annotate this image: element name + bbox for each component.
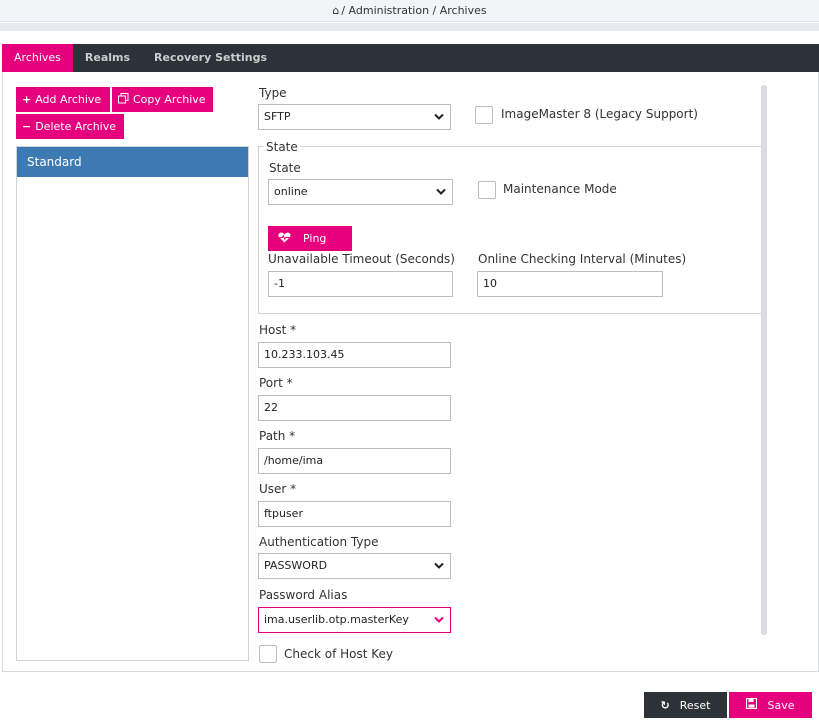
chevron-down-icon (434, 113, 444, 120)
user-input[interactable]: ftpuser (258, 501, 451, 527)
port-input[interactable]: 22 (258, 395, 451, 421)
copy-icon (118, 92, 129, 107)
floppy-disk-icon (746, 697, 758, 712)
state-label: State (269, 161, 301, 175)
copy-archive-button[interactable]: Copy Archive (112, 87, 213, 112)
chevron-down-icon (434, 562, 444, 569)
port-label: Port * (259, 376, 293, 390)
type-label: Type (259, 86, 287, 100)
save-button[interactable]: Save (729, 692, 812, 718)
maintenance-mode-label: Maintenance Mode (503, 182, 617, 196)
host-key-label: Check of Host Key (284, 647, 394, 661)
interval-label: Online Checking Interval (Minutes) (478, 252, 687, 266)
heartbeat-icon (278, 232, 291, 246)
header-divider (0, 23, 819, 31)
password-alias-select[interactable]: ima.userlib.otp.masterKey (258, 607, 451, 633)
scrollbar[interactable] (761, 85, 767, 635)
plus-icon: + (22, 93, 32, 106)
ping-button[interactable]: Ping (268, 226, 352, 251)
timeout-label: Unavailable Timeout (Seconds) (268, 252, 455, 266)
host-input[interactable]: 10.233.103.45 (258, 342, 451, 368)
minus-icon: − (22, 120, 32, 133)
host-label: Host * (259, 323, 297, 337)
user-label: User * (259, 482, 297, 496)
refresh-icon: ↻ (660, 698, 670, 712)
type-select[interactable]: SFTP (258, 104, 451, 130)
tab-realms[interactable]: Realms (73, 44, 142, 72)
reset-button[interactable]: ↻ Reset (644, 692, 727, 718)
tab-recovery-settings[interactable]: Recovery Settings (142, 44, 279, 72)
timeout-input[interactable]: -1 (268, 271, 453, 297)
add-archive-button[interactable]: + Add Archive (16, 87, 110, 112)
auth-type-select[interactable]: PASSWORD (258, 553, 451, 579)
breadcrumb: ⌂ / Administration / Archives (0, 0, 819, 22)
state-legend: State (264, 140, 300, 154)
path-input[interactable]: /home/ima (258, 448, 451, 474)
home-icon[interactable]: ⌂ (332, 4, 339, 17)
delete-archive-button[interactable]: − Delete Archive (16, 114, 124, 139)
host-key-checkbox[interactable] (259, 645, 277, 663)
state-select[interactable]: online (268, 179, 453, 205)
auth-type-label: Authentication Type (259, 535, 379, 549)
chevron-down-icon (436, 188, 446, 195)
maintenance-mode-checkbox[interactable] (478, 181, 496, 199)
list-item[interactable]: Standard (17, 147, 248, 177)
path-label: Path * (259, 429, 296, 443)
archive-list: Standard (16, 146, 249, 661)
tab-archives[interactable]: Archives (2, 44, 73, 72)
tab-bar: Archives Realms Recovery Settings (2, 44, 819, 72)
breadcrumb-text: / Administration / Archives (341, 4, 487, 17)
interval-input[interactable]: 10 (477, 271, 663, 297)
legacy-support-label: ImageMaster 8 (Legacy Support) (501, 107, 698, 121)
chevron-down-icon (434, 616, 444, 623)
legacy-support-checkbox[interactable] (475, 106, 493, 124)
password-alias-label: Password Alias (259, 588, 348, 602)
